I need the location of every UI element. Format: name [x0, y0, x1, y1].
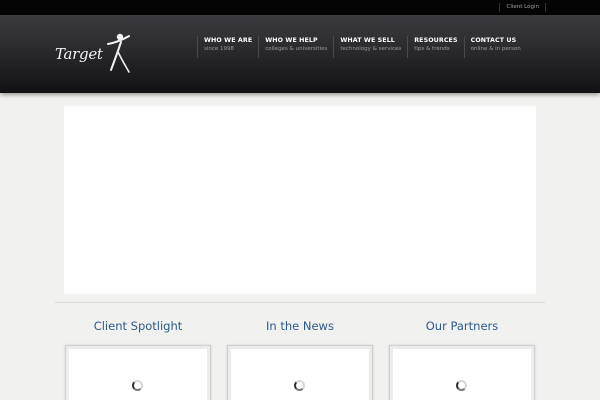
- nav-item-resources[interactable]: RESOURCES tips & trends: [407, 36, 463, 58]
- logo-text: Target: [55, 45, 103, 63]
- nav-subtitle: technology & services: [340, 46, 402, 52]
- loading-spinner-icon: [456, 380, 467, 391]
- nav-title: RESOURCES: [414, 37, 458, 44]
- section-heading: Our Partners: [425, 319, 499, 333]
- nav-item-what-we-sell[interactable]: WHAT WE SELL technology & services: [333, 36, 407, 58]
- hero-banner: [64, 106, 536, 294]
- nav-item-who-we-help[interactable]: WHO WE HELP colleges & universities: [258, 36, 333, 58]
- nav-title: WHO WE ARE: [204, 37, 253, 44]
- main-nav: WHO WE ARE since 1998 WHO WE HELP colleg…: [197, 36, 527, 68]
- client-login-link[interactable]: Client Login: [499, 3, 546, 12]
- top-bar: Client Login: [0, 0, 600, 15]
- loading-spinner-icon: [132, 380, 143, 391]
- our-partners-section: Our Partners: [389, 318, 535, 400]
- in-the-news-box: [227, 345, 373, 400]
- section-divider: [55, 302, 545, 303]
- figure-x-icon: [107, 33, 130, 73]
- nav-title: CONTACT US: [470, 37, 517, 44]
- site-header: Target WHO WE ARE since 1998 WHO WE HELP…: [0, 15, 600, 93]
- loading-spinner-icon: [294, 380, 305, 391]
- client-spotlight-section: Client Spotlight: [65, 318, 211, 400]
- section-heading: Client Spotlight: [93, 319, 183, 333]
- nav-item-contact-us[interactable]: CONTACT US online & in person: [463, 36, 527, 58]
- section-heading: In the News: [266, 319, 334, 333]
- client-spotlight-box: [65, 345, 211, 400]
- nav-subtitle: colleges & universities: [265, 46, 328, 52]
- nav-title: WHO WE HELP: [265, 37, 318, 44]
- our-partners-box: [389, 345, 535, 400]
- in-the-news-section: In the News: [227, 318, 373, 400]
- nav-item-who-we-are[interactable]: WHO WE ARE since 1998: [197, 36, 258, 58]
- nav-subtitle: tips & trends: [414, 46, 450, 52]
- nav-title: WHAT WE SELL: [340, 37, 395, 44]
- site-logo[interactable]: Target: [55, 32, 135, 77]
- nav-subtitle: since 1998: [204, 46, 235, 52]
- nav-subtitle: online & in person: [470, 46, 521, 52]
